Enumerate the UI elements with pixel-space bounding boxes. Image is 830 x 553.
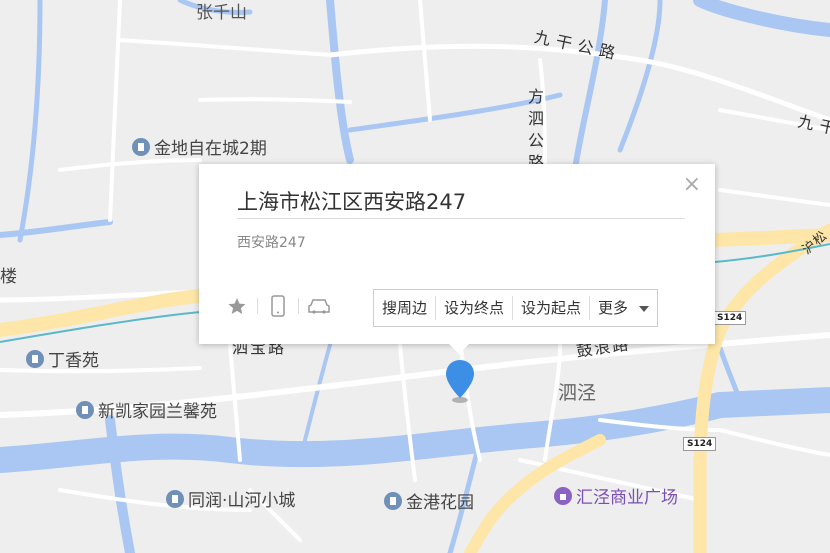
label-sijing: 泗泾 (558, 382, 597, 404)
caret-down-icon (638, 305, 649, 312)
search-nearby-button[interactable]: 搜周边 (374, 296, 437, 320)
location-popup: 上海市松江区西安路247 × 西安路247 搜周边 设为终点 设为起点 更多 (199, 164, 715, 354)
car-icon[interactable] (307, 294, 331, 318)
icon-separator (298, 298, 299, 314)
popup-address: 西安路247 (237, 235, 306, 251)
building-icon (166, 489, 184, 508)
building-icon (76, 400, 94, 419)
set-origin-button[interactable]: 设为起点 (513, 296, 591, 320)
shield-s124-south: S124 (683, 437, 717, 451)
poi-jindi[interactable]: 金地自在城2期 (132, 134, 267, 159)
icon-separator (257, 298, 258, 314)
poi-jingang[interactable]: 金港花园 (384, 488, 474, 513)
popup-icon-bar (225, 294, 331, 318)
location-pin-icon[interactable] (444, 358, 476, 404)
poi-tongrun[interactable]: 同润·山河小城 (166, 486, 295, 511)
popup-divider (237, 218, 685, 219)
more-label: 更多 (598, 299, 629, 317)
star-icon[interactable] (225, 294, 249, 318)
building-icon (132, 137, 150, 156)
phone-icon[interactable] (266, 294, 290, 318)
building-icon (384, 491, 402, 510)
poi-xinkai[interactable]: 新凯家园兰馨苑 (76, 397, 217, 422)
close-icon[interactable]: × (683, 174, 701, 196)
poi-huijing[interactable]: 汇泾商业广场 (554, 483, 678, 508)
set-destination-button[interactable]: 设为终点 (436, 296, 514, 320)
popup-actions: 搜周边 设为终点 设为起点 更多 (373, 289, 658, 327)
shield-s124-north: S124 (713, 311, 747, 325)
shopping-icon (554, 486, 572, 505)
road-label-fangsi: 方泗公路 (528, 87, 545, 172)
more-dropdown[interactable]: 更多 (590, 296, 657, 320)
poi-dingxiangyuan[interactable]: 丁香苑 (26, 346, 99, 371)
popup-title: 上海市松江区西安路247 (237, 190, 467, 214)
label-zhangganshan: 张千山 (196, 3, 247, 23)
building-icon (26, 349, 44, 368)
popup-pointer (449, 344, 469, 354)
label-edge-left: 楼 (0, 267, 17, 287)
